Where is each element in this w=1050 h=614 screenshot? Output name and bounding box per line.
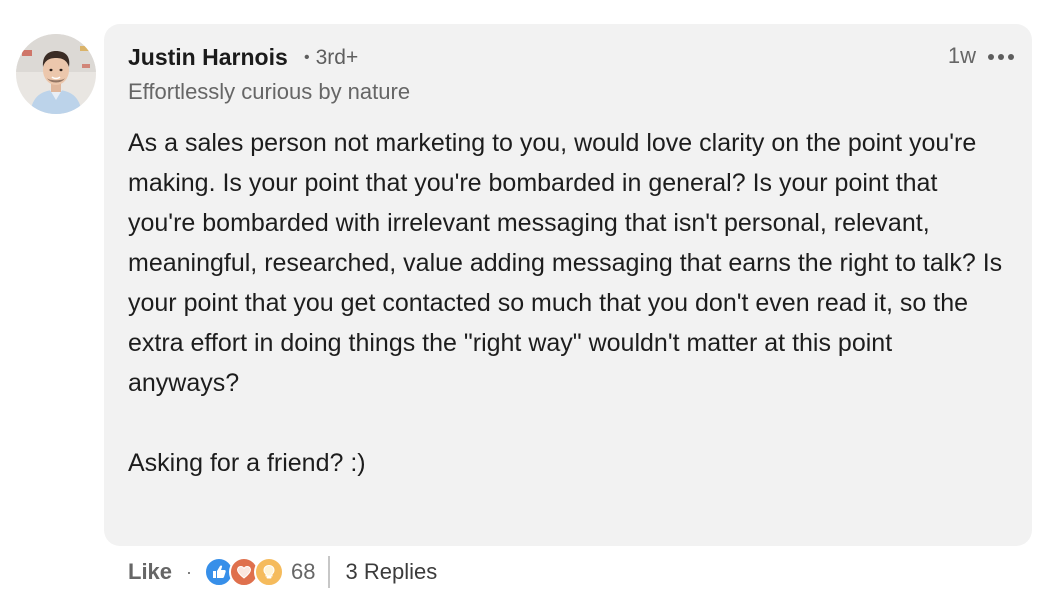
reactions-summary[interactable] [204,557,285,587]
author-name[interactable]: Justin Harnois [128,44,288,71]
reaction-count[interactable]: 68 [291,559,315,585]
more-options-button[interactable] [986,46,1016,68]
action-separator: · [186,561,193,582]
footer-divider [327,556,330,588]
comment-bubble: Justin Harnois • 3rd+ Effortlessly curiou… [104,24,1032,546]
like-button[interactable]: Like [128,559,172,585]
comment-actions: Like · 68 3 Replies [128,554,437,590]
lightbulb-icon [254,557,285,587]
author-headline: Effortlessly curious by nature [128,79,411,104]
degree-separator-dot: • [304,49,310,66]
replies-link[interactable]: 3 Replies [346,559,438,585]
comment-body: As a sales person not marketing to you, … [128,129,1003,477]
connection-degree: • 3rd+ [304,46,358,70]
comment-timestamp: 1w [947,43,976,68]
author-avatar[interactable] [16,34,96,114]
degree-label: 3rd+ [315,46,359,69]
avatar-photo [16,34,96,114]
ellipsis-icon [988,54,1014,60]
